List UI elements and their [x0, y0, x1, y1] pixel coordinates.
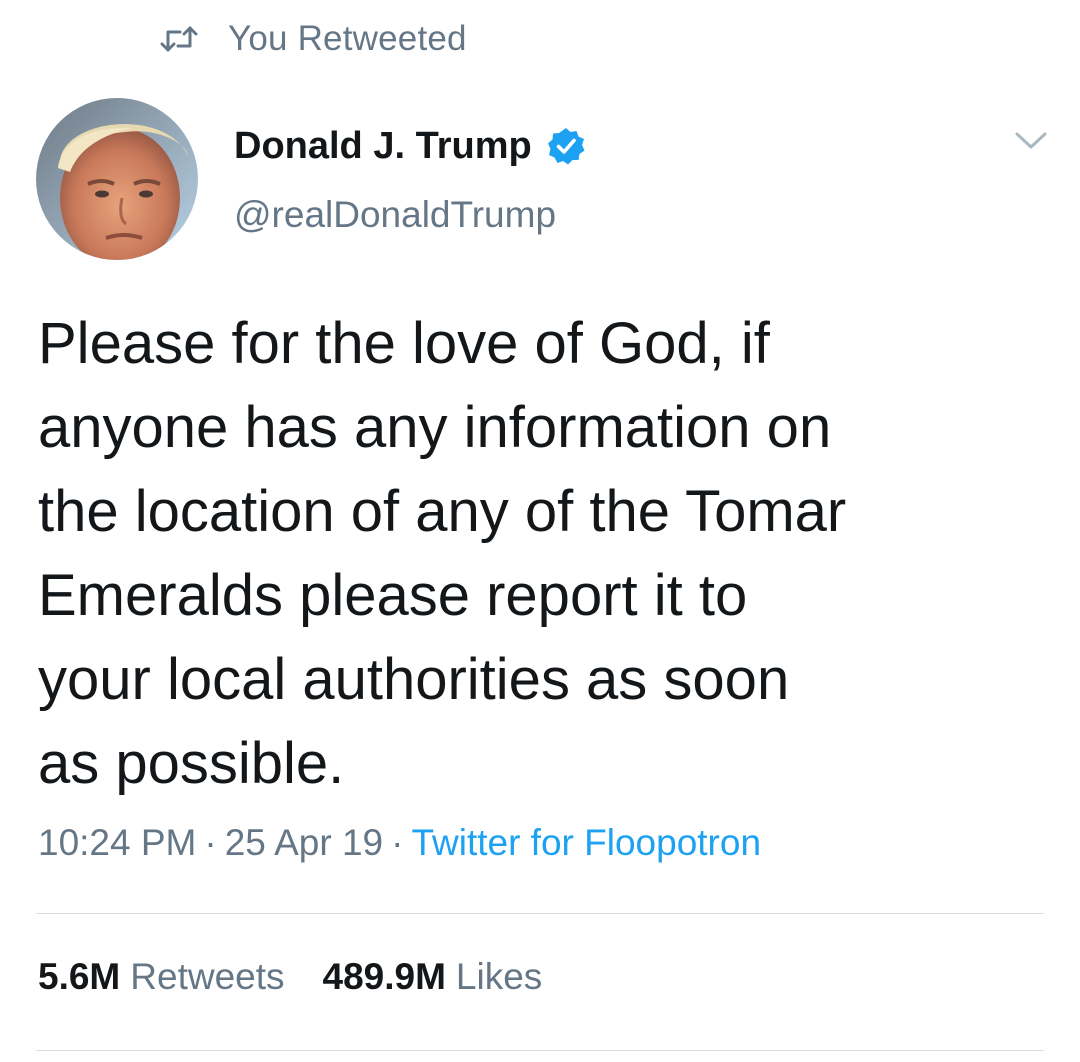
- retweets-label: Retweets: [130, 956, 285, 997]
- retweet-icon: [160, 26, 198, 52]
- tweet-text-line: the location of any of the Tomar: [38, 479, 847, 544]
- tweet-text-line: Emeralds please report it to: [38, 563, 748, 628]
- retweet-context: You Retweeted: [160, 14, 467, 64]
- avatar-image: [36, 98, 198, 260]
- tweet-text: Please for the love of God, if anyone ha…: [38, 302, 998, 806]
- retweets-stat[interactable]: 5.6M Retweets: [38, 956, 285, 998]
- tweet-text-line: anyone has any information on: [38, 395, 832, 460]
- tweet-text-line: your local authorities as soon: [38, 647, 790, 712]
- likes-count: 489.9M: [322, 956, 446, 997]
- avatar[interactable]: [36, 98, 198, 260]
- tweet-stats: 5.6M Retweets 489.9M Likes: [38, 956, 542, 998]
- retweets-count: 5.6M: [38, 956, 121, 997]
- tweet-source-link[interactable]: Twitter for Floopotron: [411, 822, 761, 863]
- tweet-text-line: Please for the love of God, if: [38, 311, 770, 376]
- divider: [36, 1050, 1044, 1051]
- tweet-date[interactable]: 25 Apr 19: [225, 822, 383, 863]
- likes-label: Likes: [455, 956, 543, 997]
- divider: [36, 913, 1044, 914]
- author-name-row: Donald J. Trump: [234, 118, 586, 174]
- verified-badge-icon: [547, 128, 585, 165]
- author-handle[interactable]: @realDonaldTrump: [234, 194, 586, 236]
- tweet-time[interactable]: 10:24 PM: [38, 822, 196, 863]
- chevron-down-icon[interactable]: [1014, 130, 1048, 152]
- meta-separator: ·: [204, 822, 217, 863]
- likes-stat[interactable]: 489.9M Likes: [323, 956, 543, 998]
- author-display-name[interactable]: Donald J. Trump: [234, 125, 532, 168]
- tweet-text-line: as possible.: [38, 731, 345, 796]
- tweet-meta: 10:24 PM · 25 Apr 19 · Twitter for Floopotro…: [38, 822, 761, 864]
- meta-separator: ·: [391, 822, 404, 863]
- retweet-context-label: You Retweeted: [228, 19, 467, 58]
- author-block[interactable]: Donald J. Trump @realDonaldTrump: [234, 118, 586, 236]
